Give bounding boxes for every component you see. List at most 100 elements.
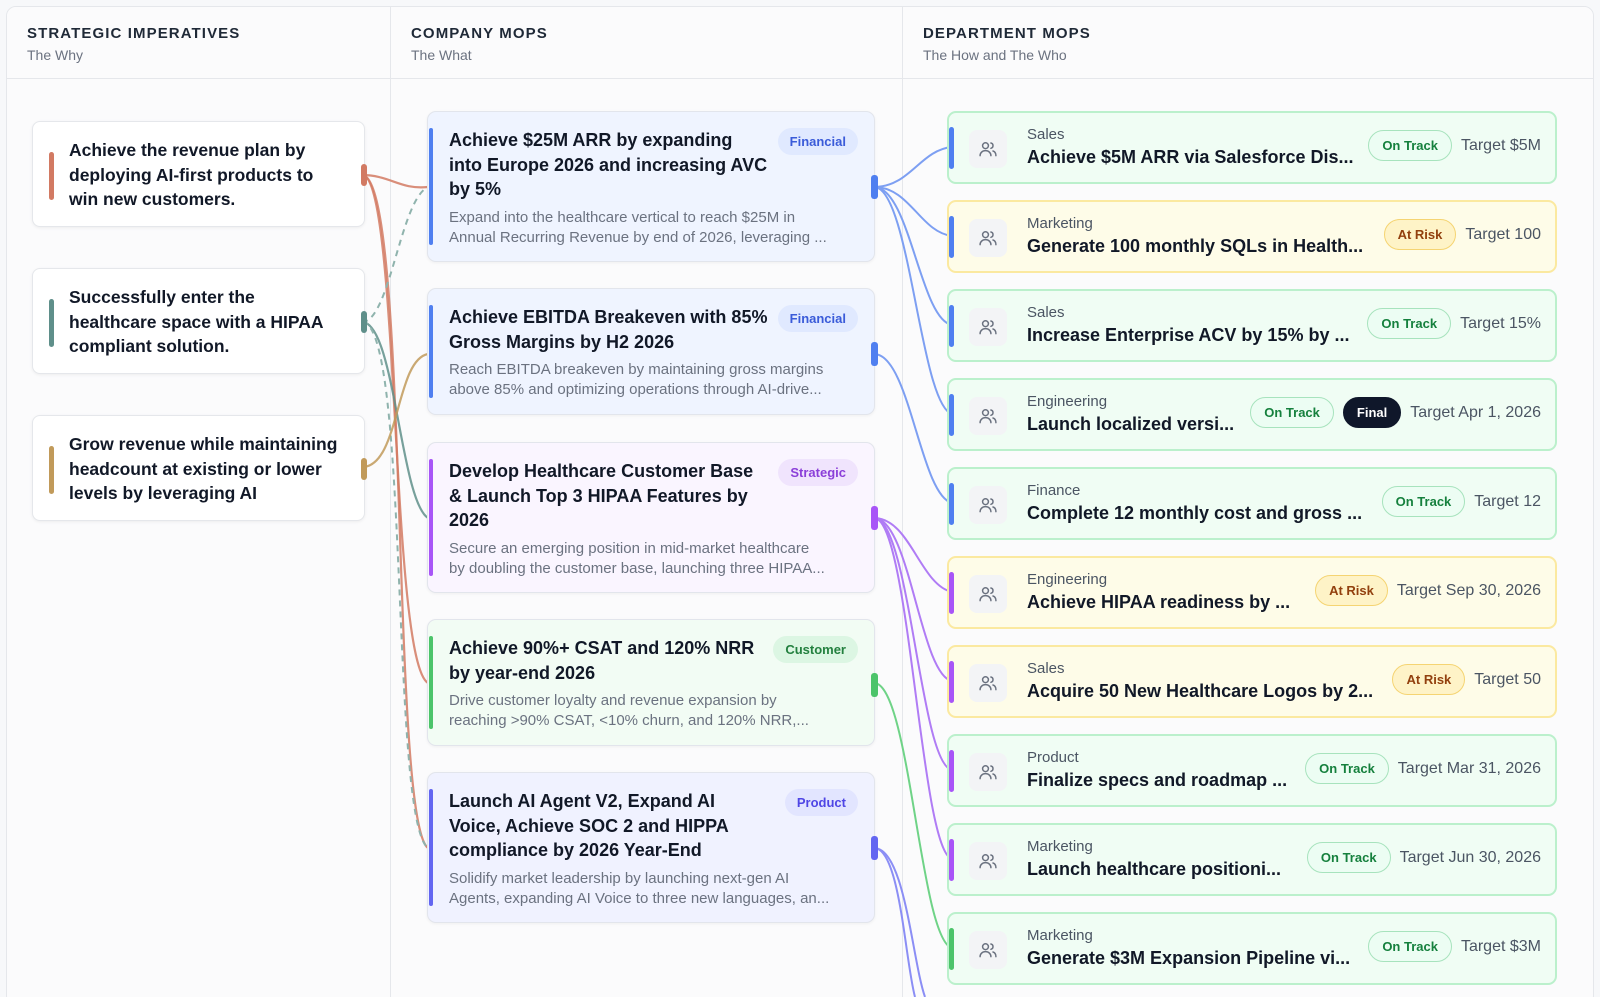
color-bar [949,216,954,258]
department-name: Finance [1027,482,1081,499]
column-title: DEPARTMENT MOPS [923,25,1091,42]
company-mop-card[interactable]: Achieve EBITDA Breakeven with 85% Gross … [427,288,878,415]
department-name: Product [1027,749,1079,766]
target-value: Target 15% [1460,314,1541,332]
connector-handle[interactable] [871,342,878,366]
department-mop-card[interactable]: Engineering Launch localized versi... On T… [947,378,1557,451]
target-value: Target $3M [1460,937,1541,955]
status-badge: On Track [1305,753,1389,784]
connector-handle[interactable] [871,836,878,860]
mop-description: Secure an emerging position in mid-marke… [449,539,825,577]
department-mop-title: Acquire 50 New Healthcare Logos by 2... [1027,681,1374,701]
connector-handle[interactable] [871,175,878,199]
company-mop-card[interactable]: Develop Healthcare Customer Base & Launc… [427,442,878,593]
column-subtitle: The How and The Who [923,47,1067,63]
color-bar [49,446,54,494]
department-mop-card[interactable]: Sales Increase Enterprise ACV by 15% by .… [947,289,1557,362]
department-name: Marketing [1027,927,1093,944]
department-mop-title: Achieve HIPAA readiness by ... [1027,592,1291,612]
company-mop-card[interactable]: Launch AI Agent V2, Expand AI Voice, Ach… [427,772,878,923]
department-mop-card[interactable]: Engineering Achieve HIPAA readiness by ..… [947,556,1557,629]
users-icon [969,842,1007,880]
users-icon [969,130,1007,168]
color-bar [429,789,433,906]
users-icon [969,308,1007,346]
color-bar [49,152,54,200]
status-badge: At Risk [1383,219,1457,250]
status-badge: On Track [1250,397,1334,428]
connector-handle[interactable] [361,164,367,186]
department-name: Engineering [1027,393,1108,410]
department-name: Marketing [1027,215,1093,232]
target-value: Target 12 [1474,492,1541,510]
mop-description: Expand into the healthcare vertical to r… [449,208,827,246]
imperative-text: Achieve the revenue plan by deploying AI… [69,140,314,209]
department-mop-title: Complete 12 monthly cost and gross ... [1027,503,1363,523]
column-subtitle: The Why [27,47,84,63]
users-icon [969,575,1007,613]
users-icon [969,486,1007,524]
department-mop-card[interactable]: Product Finalize specs and roadmap ... On … [947,734,1557,807]
department-mop-title: Generate 100 monthly SQLs in Health... [1027,236,1364,256]
connector-handle[interactable] [361,458,367,480]
department-mop-title: Launch healthcare positioni... [1027,859,1282,879]
category-tag: Product [784,789,858,816]
color-bar [949,661,954,703]
color-bar [949,305,954,347]
imperative-text: Successfully enter the healthcare space … [69,287,323,356]
column-header-department-mops: DEPARTMENT MOPS The How and The Who [903,7,1593,79]
department-name: Sales [1027,126,1065,143]
color-bar [49,299,54,347]
connector-handle[interactable] [871,506,878,530]
company-mop-card[interactable]: Achieve $25M ARR by expanding into Europ… [427,111,878,262]
department-mop-card[interactable]: Marketing Launch healthcare positioni... O… [947,823,1557,896]
department-mop-card[interactable]: Finance Complete 12 monthly cost and gros… [947,467,1557,540]
mop-description: Drive customer loyalty and revenue expan… [449,692,809,729]
status-badge: On Track [1381,486,1466,517]
color-bar [429,636,433,729]
color-bar [949,750,954,792]
target-value: Target Jun 30, 2026 [1399,848,1541,866]
column-title: STRATEGIC IMPERATIVES [27,25,241,42]
mop-title: Achieve EBITDA Breakeven with 85% Gross … [449,307,768,352]
imperative-text: Grow revenue while maintaining headcount… [69,434,338,503]
department-mop-title: Finalize specs and roadmap ... [1027,770,1288,790]
status-badge: On Track [1306,842,1391,873]
department-mop-title: Launch localized versi... [1027,414,1235,434]
color-bar [429,305,433,398]
category-tag: Strategic [778,459,858,486]
mop-description: Reach EBITDA breakeven by maintaining gr… [449,361,824,398]
department-name: Sales [1027,660,1065,677]
users-icon [969,931,1007,969]
status-badge: On Track [1368,130,1452,161]
column-divider [902,7,903,997]
column-divider [390,7,391,997]
mop-title: Achieve 90%+ CSAT and 120% NRR by year-e… [449,638,755,683]
mop-title: Achieve $25M ARR by expanding into Europ… [449,130,768,199]
color-bar [949,127,954,169]
company-mop-card[interactable]: Achieve 90%+ CSAT and 120% NRR by year-e… [427,619,878,746]
users-icon [969,219,1007,257]
imperative-card[interactable]: Successfully enter the healthcare space … [32,268,367,374]
target-value: Target Sep 30, 2026 [1396,581,1541,599]
target-value: Target Apr 1, 2026 [1410,403,1541,421]
department-name: Sales [1027,304,1065,321]
category-tag: Financial [777,128,858,155]
connector-handle[interactable] [871,673,878,697]
imperative-card[interactable]: Achieve the revenue plan by deploying AI… [32,121,367,227]
column-title: COMPANY MOPS [411,25,548,42]
department-mop-card[interactable]: Sales Acquire 50 New Healthcare Logos by … [947,645,1557,718]
department-mop-card[interactable]: Marketing Generate 100 monthly SQLs in He… [947,200,1557,273]
final-badge: Final [1342,397,1402,428]
department-mop-card[interactable]: Marketing Generate $3M Expansion Pipeline… [947,912,1557,985]
mop-title: Develop Healthcare Customer Base & Launc… [449,461,754,530]
status-badge: On Track [1368,931,1452,962]
department-mop-card[interactable]: Sales Achieve $5M ARR via Salesforce Dis.… [947,111,1557,184]
mop-title: Launch AI Agent V2, Expand AI Voice, Ach… [449,791,729,860]
users-icon [969,397,1007,435]
connector-handle[interactable] [361,311,367,333]
column-header-imperatives: STRATEGIC IMPERATIVES The Why [7,7,390,79]
color-bar [949,839,954,881]
imperative-card[interactable]: Grow revenue while maintaining headcount… [32,415,367,521]
color-bar [949,572,954,614]
